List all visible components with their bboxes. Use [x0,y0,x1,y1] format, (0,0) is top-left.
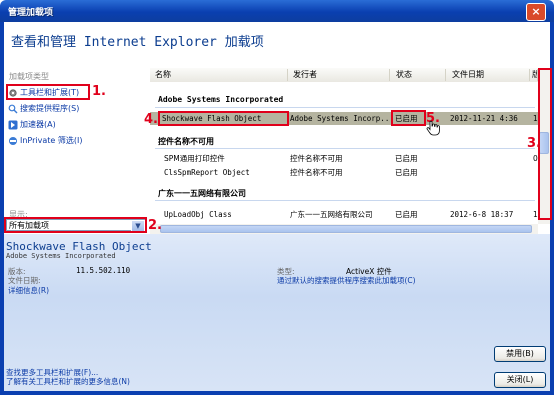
close-button[interactable]: × [526,3,546,21]
row-publisher: Adobe Systems Incorp... [290,114,390,123]
row-status: 已启用 [395,210,418,219]
group-divider [155,107,535,108]
hand-cursor-icon [426,120,440,136]
row-publisher: 控件名称不可用 [290,168,343,177]
learn-more-link[interactable]: 了解有关工具栏和扩展的更多信息(N) [6,376,130,387]
detail-addon-publisher: Adobe Systems Incorporated [6,252,116,260]
group-header-unknown: 控件名称不可用 [158,137,214,146]
sidebar-item-label: InPrivate 筛选(I) [20,136,83,145]
accelerator-icon [8,120,18,130]
sidebar-item-label: 加速器(A) [20,120,56,129]
inprivate-icon [8,136,18,146]
sidebar-item-label: 搜索提供程序(S) [20,104,80,113]
search-icon [8,104,18,114]
column-status[interactable]: 状态 [390,69,446,81]
annotation-box-1 [6,84,90,100]
column-name[interactable]: 名称 [150,69,288,81]
row-status: 已启用 [395,168,418,177]
row-status: 已启用 [395,154,418,163]
annotation-box-5 [391,110,426,126]
table-row[interactable]: SPM通用打印控件 控件名称不可用 已启用 0 [150,152,538,165]
group-divider [155,200,535,201]
annotation-box-2 [4,217,147,233]
group-header-adobe: Adobe Systems Incorporated [158,95,284,104]
sidebar-item-search-providers[interactable]: 搜索提供程序(S) [8,102,79,115]
row-publisher: 控件名称不可用 [290,154,343,163]
group-header-gd115: 广东一一五网络有限公司 [158,189,246,198]
column-version[interactable]: 版 [530,69,538,81]
close-dialog-button[interactable]: 关闭(L) [494,372,546,388]
horizontal-scroll-thumb[interactable] [160,225,532,233]
annotation-label-3: 3. [527,136,541,151]
window-title: 管理加载项 [8,8,54,18]
addon-types-label: 加载项类型 [9,72,49,81]
version-value: 11.5.502.110 [76,266,131,275]
disable-button[interactable]: 禁用(B) [494,346,546,362]
sidebar-item-inprivate[interactable]: InPrivate 筛选(I) [8,134,82,147]
row-publisher: 广东一一五网络有限公司 [290,210,373,219]
annotation-label-4: 4. [144,112,158,127]
table-row[interactable]: UpLoadObj Class 广东一一五网络有限公司 已启用 2012-6-8… [150,208,538,221]
table-row[interactable]: ClsSpmReport Object 控件名称不可用 已启用 [150,166,538,179]
search-addon-link[interactable]: 通过默认的搜索提供程序搜索此加载项(C) [277,275,416,286]
group-divider [155,148,535,149]
row-date: 2012-6-8 18:37 [450,210,514,219]
row-date: 2012-11-21 4:36 [450,114,518,123]
column-publisher[interactable]: 发行者 [288,69,390,81]
row-name: UpLoadObj Class [164,210,232,219]
row-name: ClsSpmReport Object [164,168,250,177]
title-bar[interactable] [0,0,554,22]
row-name: SPM通用打印控件 [164,154,225,163]
sidebar-item-accelerators[interactable]: 加速器(A) [8,118,56,131]
annotation-label-1: 1. [92,84,106,99]
annotation-label-2: 2. [148,218,162,233]
annotation-box-4 [158,111,289,126]
column-file-date[interactable]: 文件日期 [446,69,530,81]
page-title: 查看和管理 Internet Explorer 加载项 [11,35,264,50]
more-info-link[interactable]: 详细信息(R) [8,285,49,296]
